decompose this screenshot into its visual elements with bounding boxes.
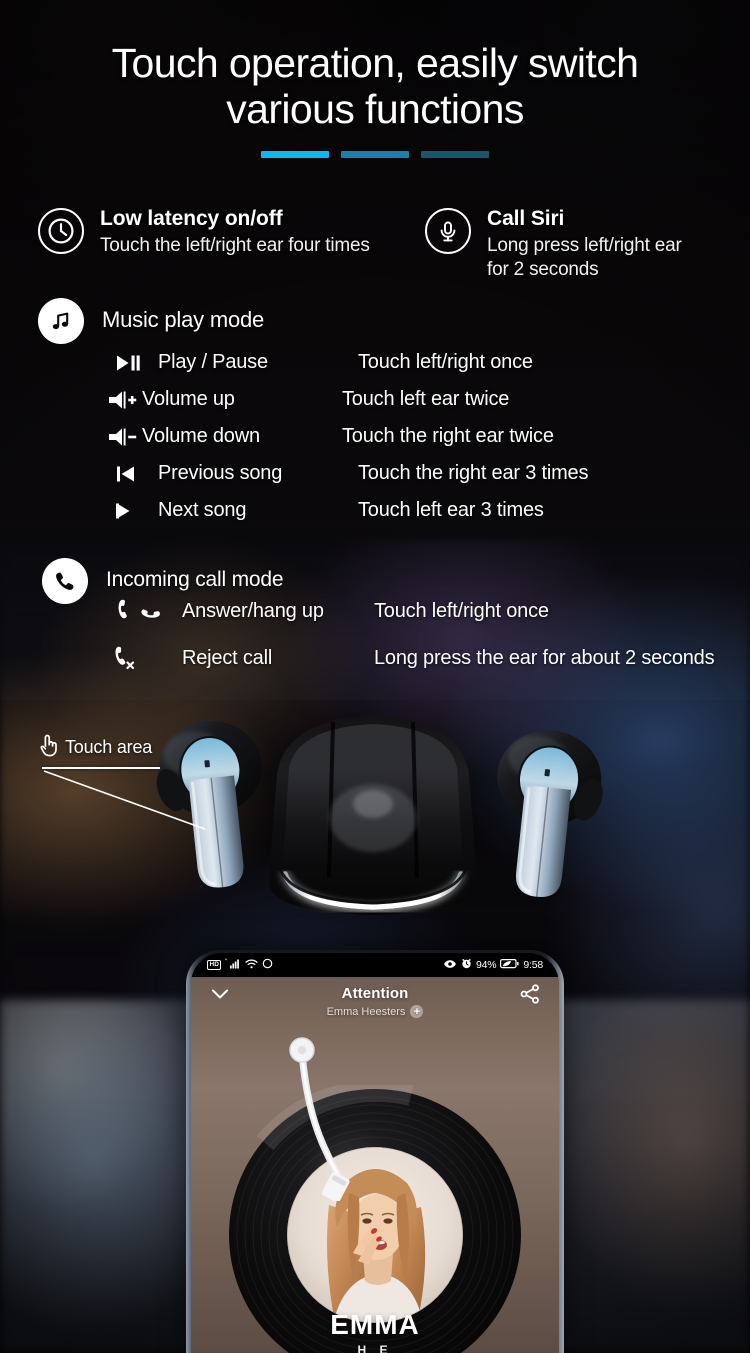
touch-area-underline xyxy=(42,767,160,769)
music-row-volume-down-action: Touch the right ear twice xyxy=(342,425,554,447)
page-title: Touch operation, easily switch various f… xyxy=(0,40,750,132)
music-note-icon xyxy=(38,298,84,344)
feature-call-siri-subtitle-line-2: for 2 seconds xyxy=(487,259,599,280)
feature-call-siri-subtitle: Long press left/right ear for 2 seconds xyxy=(487,234,682,282)
music-row-next-song: Next song Touch left ear 3 times xyxy=(108,492,728,529)
share-icon[interactable] xyxy=(519,983,541,1010)
touch-area-callout: Touch area xyxy=(36,732,160,769)
battery-percent: 94% xyxy=(475,959,497,971)
album-subtitle-text: H E xyxy=(357,1343,393,1353)
music-row-volume-up-action: Touch left ear twice xyxy=(342,388,510,410)
music-row-play-pause-action: Touch left/right once xyxy=(358,351,533,373)
play-pause-icon xyxy=(116,354,150,372)
earbud-left xyxy=(156,720,263,888)
previous-icon xyxy=(116,465,150,483)
hand-tap-icon xyxy=(36,732,62,763)
charging-case xyxy=(269,715,477,915)
accent-bar-3 xyxy=(421,151,489,158)
music-row-next-song-label: Next song xyxy=(158,499,247,521)
smartphone-mockup: HD “ 94% 9:58 Attention Emma Heesters + … xyxy=(186,950,564,1353)
feature-call-siri-subtitle-line-1: Long press left/right ear xyxy=(487,235,682,256)
phone-icon xyxy=(42,558,88,604)
song-artist-row: Emma Heesters + xyxy=(231,1005,519,1018)
call-row-reject-call: Reject call Long press the ear for about… xyxy=(110,635,740,682)
page-title-line-2: various functions xyxy=(226,86,524,132)
touch-area-label: Touch area xyxy=(65,737,153,757)
call-rows: Answer/hang up Touch left/right once Rej… xyxy=(110,588,740,682)
player-track-info: Attention Emma Heesters + xyxy=(231,985,519,1018)
music-row-volume-down: Volume down Touch the right ear twice xyxy=(108,418,728,455)
page-title-line-1: Touch operation, easily switch xyxy=(111,40,639,86)
music-rows: Play / Pause Touch left/right once Volum… xyxy=(108,344,728,529)
signal-bars-icon: “ xyxy=(225,958,241,972)
music-row-volume-up: Volume up Touch left ear twice xyxy=(108,381,728,418)
accent-bar-1 xyxy=(261,151,329,158)
add-artist-button[interactable]: + xyxy=(410,1005,424,1018)
clock-icon xyxy=(38,208,84,254)
microphone-icon xyxy=(425,208,471,254)
call-row-reject-call-label: Reject call xyxy=(182,647,273,669)
music-row-next-song-action: Touch left ear 3 times xyxy=(358,499,544,521)
song-artist: Emma Heesters xyxy=(326,1005,406,1018)
feature-call-siri-text: Call Siri Long press left/right ear for … xyxy=(487,206,682,282)
music-section-title: Music play mode xyxy=(102,307,265,332)
feature-call-siri: Call Siri Long press left/right ear for … xyxy=(425,206,745,282)
call-row-answer-hangup-action: Touch left/right once xyxy=(374,600,549,622)
call-row-reject-call-action: Long press the ear for about 2 seconds xyxy=(374,647,715,669)
call-row-answer-hangup-label: Answer/hang up xyxy=(182,600,324,622)
music-row-previous-song-label: Previous song xyxy=(158,462,283,484)
music-section-header: Music play mode xyxy=(38,296,264,344)
volume-up-icon xyxy=(108,390,142,410)
volume-down-icon xyxy=(108,427,142,447)
circle-icon xyxy=(262,958,273,972)
album-title-text: EMMA xyxy=(330,1309,420,1340)
touch-area-callout-inner: Touch area xyxy=(36,732,160,763)
music-row-play-pause: Play / Pause Touch left/right once xyxy=(108,344,728,381)
earbud-right xyxy=(497,730,603,898)
accent-bars xyxy=(0,151,750,158)
reject-call-icon xyxy=(110,646,182,672)
music-row-volume-up-label: Volume up xyxy=(142,388,235,410)
page-header: Touch operation, easily switch various f… xyxy=(0,40,750,158)
accent-bar-2 xyxy=(341,151,409,158)
svg-text:“: “ xyxy=(225,959,227,965)
feature-low-latency: Low latency on/off Touch the left/right … xyxy=(38,206,438,258)
feature-low-latency-text: Low latency on/off Touch the left/right … xyxy=(100,206,370,258)
alarm-icon xyxy=(461,958,472,972)
eye-icon xyxy=(443,959,457,972)
call-row-answer-hangup: Answer/hang up Touch left/right once xyxy=(110,588,740,635)
battery-icon xyxy=(500,958,519,972)
player-header: Attention Emma Heesters + xyxy=(191,983,559,1018)
statusbar-time: 9:58 xyxy=(523,959,543,971)
statusbar-left: HD “ xyxy=(207,958,273,972)
music-row-play-pause-label: Play / Pause xyxy=(158,351,268,373)
phone-screen: HD “ 94% 9:58 Attention Emma Heesters + … xyxy=(191,953,559,1353)
feature-call-siri-title: Call Siri xyxy=(487,207,565,230)
next-icon xyxy=(116,502,150,520)
feature-low-latency-subtitle: Touch the left/right ear four times xyxy=(100,235,370,256)
hd-icon: HD xyxy=(207,960,222,970)
phone-statusbar: HD “ 94% 9:58 xyxy=(191,953,559,977)
music-row-previous-song-action: Touch the right ear 3 times xyxy=(358,462,589,484)
answer-hangup-icon xyxy=(110,599,182,625)
song-title: Attention xyxy=(341,985,409,1002)
chevron-down-icon[interactable] xyxy=(209,983,231,1010)
feature-low-latency-title: Low latency on/off xyxy=(100,207,283,230)
statusbar-right: 94% 9:58 xyxy=(443,958,543,972)
wifi-icon xyxy=(245,958,259,972)
turntable-tonearm xyxy=(289,1037,350,1201)
music-row-volume-down-label: Volume down xyxy=(142,425,260,447)
music-row-previous-song: Previous song Touch the right ear 3 time… xyxy=(108,455,728,492)
